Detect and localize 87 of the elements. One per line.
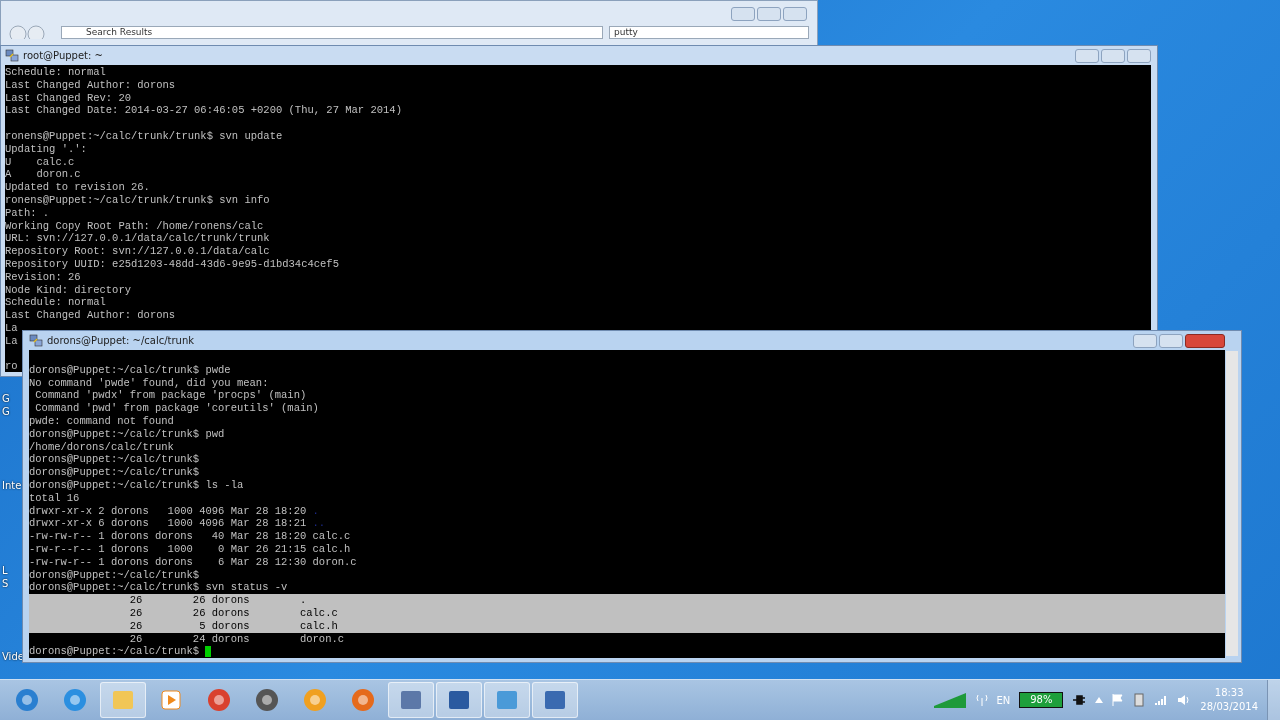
minimize-button[interactable] [1133,333,1157,348]
terminal-line: Updating '.': [5,142,87,155]
terminal-line: dorons@Puppet:~/calc/trunk$ [29,466,200,479]
terminal-line: Updated to revision 26. [5,181,150,194]
terminal-line: 26 24 dorons doron.c [128,632,345,645]
terminal-line: ronens@Puppet:~/calc/trunk/trunk$ svn info [5,193,270,206]
device-icon[interactable] [1133,693,1146,707]
browser-icon [350,687,376,713]
terminal-line: 26 5 dorons calc.h [128,619,338,632]
terminal-line: URL: svn://127.0.0.1/data/calc/trunk/trunk [5,232,270,245]
taskbar-button[interactable] [436,682,482,718]
terminal-line: Working Copy Root Path: /home/ronens/calc [5,219,264,232]
up-arrow-icon[interactable] [1095,697,1104,703]
terminal-line: A doron.c [5,168,81,181]
terminal-line: Last Changed Date: 2014-03-27 06:46:05 +0200 (Thu, 27 Mar 2014) [5,104,402,117]
taskbar-button[interactable] [532,682,578,718]
window-title: dorons@Puppet: ~/calc/trunk [47,335,195,346]
terminal-line: dorons@Puppet:~/calc/trunk$ [29,568,200,581]
terminal-line: La [5,321,18,334]
browser-icon [206,687,232,713]
terminal-line: total 16 [29,491,80,504]
desktop-icon-label[interactable]: G [2,393,10,404]
terminal-line: dorons@Puppet:~/calc/trunk$ pwd [29,427,225,440]
terminal-line: drwxr-xr-x 2 dorons 1000 4096 Mar 28 18:20 [29,504,308,517]
time: 18:33 [1214,686,1244,700]
terminal-line: dorons@Puppet:~/calc/trunk$ [29,645,201,658]
maximize-button[interactable] [1159,333,1183,348]
minimize-button[interactable] [1075,48,1099,63]
plug-icon [1072,694,1087,706]
minimize-button[interactable] [731,7,755,21]
directory-name: . [312,504,319,517]
terminal-line: Path: . [5,206,50,219]
terminal-line: /home/dorons/calc/trunk [29,440,174,453]
signal-bars-icon [932,691,967,709]
terminal-line: Repository Root: svn://127.0.0.1/data/calc [5,245,270,258]
terminal-line: -rw-rw-r-- 1 dorons dorons 6 Mar 28 12:30 doron.c [29,555,357,568]
scrollbar[interactable] [1226,351,1238,656]
date: 28/03/2014 [1200,700,1258,714]
desktop-icon-label[interactable]: S [2,578,9,589]
desktop-icon-label[interactable]: G [2,406,10,417]
browser-icon [62,687,88,713]
show-desktop-button[interactable] [1267,680,1280,720]
signal-icon[interactable] [1154,694,1169,706]
terminal-line: Repository UUID: e25d1203-48dd-43d6-9e95-d1bd34c4cef5 [5,257,339,270]
terminal-line: 26 26 dorons calc.c [128,606,338,619]
maximize-button[interactable] [757,7,781,21]
close-button[interactable] [1185,333,1225,348]
clock[interactable]: 18:33 28/03/2014 [1200,686,1258,714]
antenna-icon [975,693,988,707]
taskbar-button[interactable] [388,682,434,718]
play-icon [158,687,184,713]
battery-indicator[interactable]: 98% [1019,692,1064,708]
terminal-line: -rw-rw-r-- 1 dorons dorons 40 Mar 28 18:20 calc.c [29,530,351,543]
volume-icon[interactable] [1177,694,1192,706]
start-orb-icon [14,687,40,713]
terminal-line: U calc.c [5,155,75,168]
terminal-line: -rw-r--r-- 1 dorons 1000 0 Mar 26 21:15 calc.h [29,542,351,555]
terminal-line: dorons@Puppet:~/calc/trunk$ ls -la [29,478,244,491]
terminal-line: Command 'pwdx' from package 'procps' (main) [34,389,307,402]
terminal-line: Last Changed Rev: 20 [5,91,132,104]
desktop-icon-label[interactable]: L [2,565,8,576]
desktop-icon-label[interactable]: Inte [2,480,22,491]
terminal-line: Schedule: normal [5,66,106,78]
terminal-line: dorons@Puppet:~/calc/trunk$ [29,453,200,466]
terminal-line: Schedule: normal [5,296,106,309]
taskbar-button[interactable] [484,682,530,718]
directory-name: .. [312,517,326,530]
terminal-line: ronens@Puppet:~/calc/trunk/trunk$ svn update [5,130,283,142]
terminal-line: dorons@Puppet:~/calc/trunk$ svn status -v [29,581,288,594]
terminal-line: Last Changed Author: dorons [5,78,176,91]
terminal-line: La [5,334,18,347]
maximize-button[interactable] [1101,48,1125,63]
terminal-line: Node Kind: directory [5,283,132,296]
terminal-line: drwxr-xr-x 6 dorons 1000 4096 Mar 28 18:21 [29,517,308,530]
terminal-line: Revision: 26 [5,270,81,283]
address-bar[interactable]: Search Results [61,25,603,39]
terminal-line: No command 'pwde' found, did you mean: [29,376,269,389]
window-title: root@Puppet: ~ [23,50,103,61]
terminal-line: dorons@Puppet:~/calc/trunk$ pwde [29,363,231,376]
terminal-line: 26 26 dorons . [128,594,307,607]
terminal-line: pwde: command not found [29,415,174,427]
flag-icon[interactable] [1112,693,1125,707]
terminal-line: Last Changed Author: dorons [5,309,176,322]
rings-icon [254,687,280,713]
search-field[interactable]: putty [609,25,809,39]
terminal-line: Command 'pwd' from package 'coreutils' (main) [34,402,319,415]
terminal-line: ro [5,360,18,372]
